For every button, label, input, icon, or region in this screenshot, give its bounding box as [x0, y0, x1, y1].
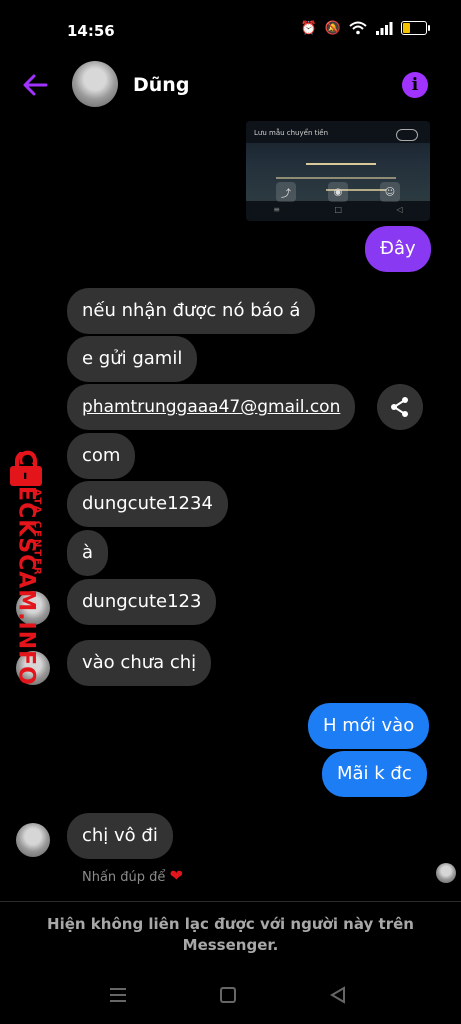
message-bubble-outgoing[interactable]: Đây: [365, 226, 431, 272]
image-camera-icon: ◉: [328, 182, 348, 202]
reaction-hint: Nhấn đúp để ❤: [82, 866, 183, 885]
message-bubble-outgoing[interactable]: H mới vào: [308, 703, 430, 749]
back-arrow-icon[interactable]: [20, 70, 50, 100]
message-bubble-incoming[interactable]: à: [67, 530, 109, 576]
seen-avatar: [436, 863, 456, 883]
image-text: Lưu mẫu chuyển tiền: [254, 129, 329, 137]
message-bubble-incoming[interactable]: e gửi gamil: [67, 336, 198, 382]
alarm-icon: ⏰: [300, 20, 317, 36]
image-toggle: [396, 129, 418, 141]
message-link-email[interactable]: phamtrunggaaa47@gmail.con: [67, 384, 356, 430]
back-icon[interactable]: [330, 986, 345, 1004]
message-bubble-incoming[interactable]: vào chưa chị: [67, 640, 212, 686]
heart-icon[interactable]: ❤: [170, 866, 183, 885]
message-bubble-incoming[interactable]: dungcute123: [67, 579, 217, 625]
image-person-icon: ☺: [380, 182, 400, 202]
share-icon: [391, 397, 408, 417]
shared-image[interactable]: Lưu mẫu chuyển tiền ⤴ ◉ ☺ ≡ □ ◁: [246, 121, 430, 221]
watermark-brand: CHECKSCAM.INFO: [13, 449, 39, 686]
watermark: DATA CENTER CHECKSCAM.INFO: [4, 449, 52, 686]
sender-avatar[interactable]: [16, 823, 50, 857]
signal-icon: [376, 21, 393, 35]
mute-icon: 🔕: [324, 20, 341, 36]
message-bubble-outgoing[interactable]: Mãi k đc: [322, 751, 427, 797]
message-bubble-incoming[interactable]: dungcute1234: [67, 481, 228, 527]
message-bubble-incoming[interactable]: nếu nhận được nó báo á: [67, 288, 316, 334]
message-bubble-incoming[interactable]: com: [67, 433, 136, 479]
contact-avatar[interactable]: [72, 61, 118, 107]
reaction-hint-text: Nhấn đúp để: [82, 870, 166, 885]
message-bubble-incoming[interactable]: chị vô đi: [67, 813, 173, 859]
wifi-icon: [349, 21, 367, 35]
menu-icon[interactable]: [110, 988, 126, 1002]
unavailable-notice: Hiện không liên lạc được với người này t…: [47, 915, 414, 954]
info-icon[interactable]: i: [402, 72, 428, 98]
battery-icon: [401, 21, 430, 35]
system-navbar: [110, 986, 345, 1004]
divider: [0, 901, 461, 902]
image-navbar: ≡ □ ◁: [273, 205, 403, 214]
image-share-icon: ⤴: [276, 182, 296, 202]
contact-name[interactable]: Dũng: [133, 74, 189, 96]
status-icons: ⏰ 🔕: [300, 20, 430, 36]
share-button[interactable]: [377, 384, 423, 430]
home-icon[interactable]: [220, 987, 236, 1003]
status-time: 14:56: [67, 22, 115, 40]
